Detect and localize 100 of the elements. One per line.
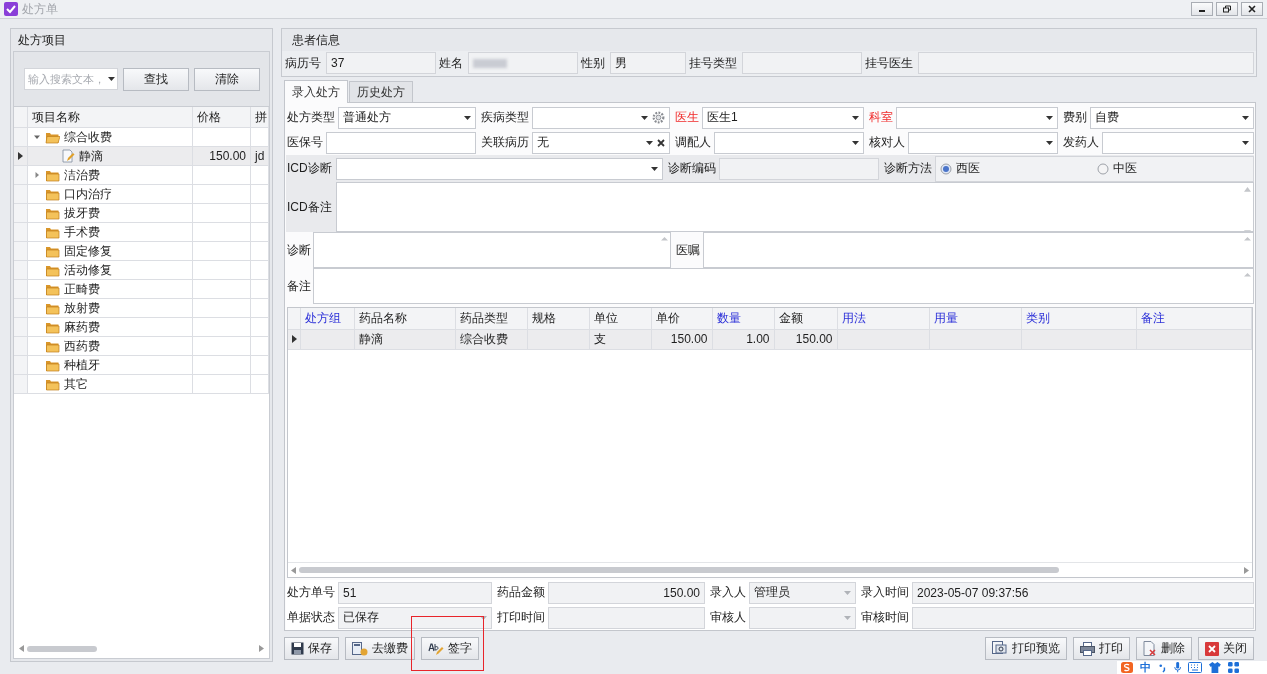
text-field[interactable] — [326, 131, 476, 154]
tree-row[interactable]: 拔牙费 — [14, 204, 269, 223]
column-header[interactable]: 类别 — [1021, 308, 1136, 329]
text-area[interactable] — [336, 182, 1254, 232]
shirt-icon[interactable] — [1209, 662, 1222, 673]
search-field[interactable]: 输入搜索文本， — [24, 68, 118, 90]
scroll-arrows-icon[interactable] — [1244, 187, 1251, 231]
readonly-field[interactable] — [548, 606, 705, 629]
text-area[interactable] — [703, 232, 1254, 268]
dropdown[interactable]: 管理员 — [749, 581, 856, 604]
tree-row[interactable]: 洁治费 — [14, 166, 269, 185]
scrollbar-thumb[interactable] — [27, 645, 97, 652]
input-mode-label[interactable]: 中 — [1140, 662, 1151, 673]
radio-button[interactable] — [940, 162, 952, 175]
dropdown[interactable]: 无 — [532, 131, 670, 154]
radio-label[interactable]: 西医 — [956, 160, 980, 177]
dropdown[interactable]: 自费 — [1090, 106, 1254, 129]
toolbar-button[interactable]: 打印 — [1073, 637, 1130, 660]
tree-row[interactable]: 固定修复 — [14, 242, 269, 261]
field-label: 医嘱 — [675, 241, 701, 259]
close-button[interactable] — [1241, 2, 1263, 16]
tree-row[interactable]: 活动修复 — [14, 261, 269, 280]
expanded-arrow-icon[interactable] — [33, 133, 41, 141]
dropdown[interactable]: 普通处方 — [338, 106, 476, 129]
dropdown-caret-icon[interactable] — [1242, 115, 1249, 120]
grid-icon[interactable] — [1228, 662, 1240, 673]
search-button[interactable]: 查找 — [123, 67, 189, 91]
tree-row[interactable]: 口内治疗 — [14, 185, 269, 204]
readonly-field[interactable] — [719, 157, 879, 180]
toolbar-button[interactable]: 签字 — [421, 637, 479, 660]
left-arrow-icon[interactable] — [291, 566, 296, 574]
minimize-button[interactable] — [1191, 2, 1213, 16]
toolbar-button[interactable]: 保存 — [284, 637, 339, 660]
dropdown[interactable]: 已保存 — [338, 606, 492, 629]
dropdown-caret-icon[interactable] — [852, 115, 859, 120]
left-arrow-icon[interactable] — [19, 645, 24, 652]
dropdown-caret-icon[interactable] — [651, 166, 658, 171]
readonly-field[interactable]: 37 — [326, 52, 436, 74]
tree-row[interactable]: 麻药费 — [14, 318, 269, 337]
readonly-field[interactable] — [742, 52, 862, 74]
right-arrow-icon[interactable] — [1244, 566, 1249, 574]
column-header[interactable]: 数量 — [712, 308, 774, 329]
dropdown-caret-icon[interactable] — [1046, 115, 1053, 120]
column-header[interactable]: 备注 — [1136, 308, 1252, 329]
readonly-field[interactable]: 150.00 — [548, 581, 705, 604]
toolbar-button[interactable]: 打印预览 — [985, 637, 1067, 660]
radio-label[interactable]: 中医 — [1112, 160, 1137, 177]
restore-button[interactable] — [1216, 2, 1238, 16]
right-arrow-icon[interactable] — [259, 645, 264, 652]
toolbar-button[interactable]: 关闭 — [1198, 637, 1254, 660]
toolbar-button[interactable]: 去缴费 — [345, 637, 415, 660]
readonly-field[interactable]: 男 — [610, 52, 686, 74]
tab[interactable]: 历史处方 — [349, 81, 413, 102]
readonly-field[interactable] — [918, 52, 1254, 74]
dropdown[interactable]: 医生1 — [702, 106, 864, 129]
text-area[interactable] — [313, 232, 671, 268]
toolbar-button[interactable]: 删除 — [1136, 637, 1192, 660]
column-header[interactable]: 金额 — [774, 308, 837, 329]
clear-icon[interactable] — [657, 138, 665, 147]
dropdown-caret-icon[interactable] — [641, 115, 648, 120]
keyboard-icon[interactable] — [1188, 662, 1203, 673]
gear-icon[interactable] — [652, 111, 665, 124]
tab[interactable]: 录入处方 — [284, 80, 348, 103]
tree-row[interactable]: 其它 — [14, 375, 269, 394]
column-header[interactable]: 用量 — [929, 308, 1021, 329]
dropdown-caret-icon[interactable] — [464, 115, 471, 120]
readonly-field[interactable] — [468, 52, 578, 74]
tree-row[interactable]: 种植牙 — [14, 356, 269, 375]
search-button[interactable]: 清除 — [194, 67, 260, 91]
column-header[interactable]: 处方组 — [300, 308, 354, 329]
folder-icon — [45, 244, 60, 258]
dropdown-caret-icon[interactable] — [108, 77, 115, 81]
tree-row[interactable]: 放射费 — [14, 299, 269, 318]
column-header[interactable]: 药品名称 — [354, 308, 455, 329]
column-header[interactable]: 单价 — [651, 308, 712, 329]
dropdown-caret-icon[interactable] — [646, 140, 653, 145]
column-header[interactable]: 药品类型 — [455, 308, 527, 329]
tree-row[interactable]: 手术费 — [14, 223, 269, 242]
print-preview-icon — [992, 641, 1008, 656]
radio-button[interactable] — [1096, 162, 1109, 175]
field-label: 药品金额 — [496, 584, 546, 601]
horizontal-scrollbar[interactable] — [288, 562, 1252, 577]
punctuation-icon[interactable] — [1158, 662, 1168, 673]
tree-row[interactable]: 正畸费 — [14, 280, 269, 299]
dropdown-caret-icon[interactable] — [1046, 140, 1053, 145]
readonly-field[interactable]: 2023-05-07 09:37:56 — [912, 581, 1254, 604]
readonly-field[interactable]: 51 — [338, 581, 492, 604]
column-header[interactable]: 规格 — [527, 308, 589, 329]
dropdown-caret-icon[interactable] — [852, 140, 859, 145]
scrollbar-thumb[interactable] — [299, 567, 1059, 573]
microphone-icon[interactable] — [1174, 662, 1182, 673]
dropdown[interactable] — [749, 606, 856, 629]
text-area[interactable] — [313, 268, 1254, 304]
column-header[interactable]: 用法 — [837, 308, 929, 329]
readonly-field[interactable] — [912, 606, 1254, 629]
collapsed-arrow-icon[interactable] — [33, 171, 41, 179]
tree-row[interactable]: 西药费 — [14, 337, 269, 356]
dropdown-caret-icon[interactable] — [1242, 140, 1249, 145]
column-header[interactable]: 单位 — [589, 308, 651, 329]
input-method-logo-icon[interactable] — [1121, 662, 1133, 673]
